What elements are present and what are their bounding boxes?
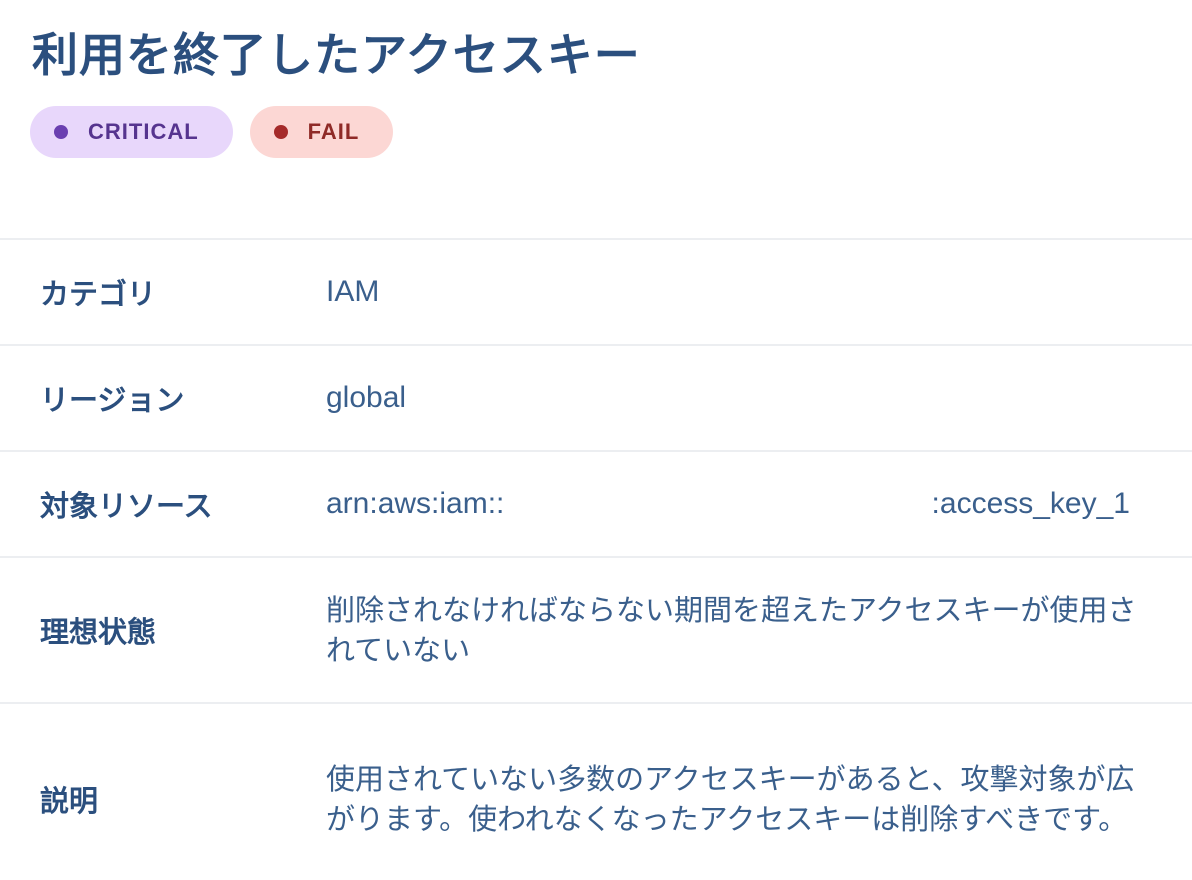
severity-dot-icon [54, 125, 68, 139]
detail-label-description: 説明 [40, 784, 99, 818]
detail-value-region: global [326, 381, 407, 414]
detail-row-ideal-state: 理想状態 削除されなければならない期間を超えたアクセスキーが使用されていない [0, 558, 1192, 704]
status-badge: FAIL [249, 106, 394, 158]
resource-arn-prefix: arn:aws:iam:: [326, 487, 505, 520]
detail-label-ideal-state: 理想状態 [40, 615, 157, 649]
badge-group: CRITICAL FAIL [30, 106, 394, 158]
detail-label-region: リージョン [40, 383, 185, 417]
resource-arn-suffix: :access_key_1 [931, 487, 1130, 520]
detail-value-resource: arn:aws:iam:: :access_key_1 [326, 484, 1192, 524]
page-title: 利用を終了したアクセスキー [32, 28, 641, 82]
detail-value-ideal-state: 削除されなければならない期間を超えたアクセスキーが使用されていない [326, 593, 1137, 667]
status-dot-icon [273, 125, 288, 139]
detail-value-description: 使用されていない多数のアクセスキーがあると、攻撃対象が広がります。使われなくなっ… [326, 762, 1135, 836]
details-table: カテゴリ IAM リージョン global 対象リソース arn:aws:iam… [0, 238, 1192, 880]
detail-row-region: リージョン global [0, 346, 1192, 452]
detail-label-category: カテゴリ [40, 277, 157, 311]
detail-row-description: 説明 使用されていない多数のアクセスキーがあると、攻撃対象が広がります。使われな… [0, 704, 1192, 880]
detail-value-category: IAM [326, 275, 380, 308]
severity-badge: CRITICAL [30, 106, 233, 158]
detail-row-resource: 対象リソース arn:aws:iam:: :access_key_1 [0, 452, 1192, 558]
detail-label-resource: 対象リソース [40, 489, 213, 523]
detail-row-category: カテゴリ IAM [0, 240, 1192, 346]
severity-label: CRITICAL [88, 119, 199, 144]
status-label: FAIL [307, 119, 360, 144]
